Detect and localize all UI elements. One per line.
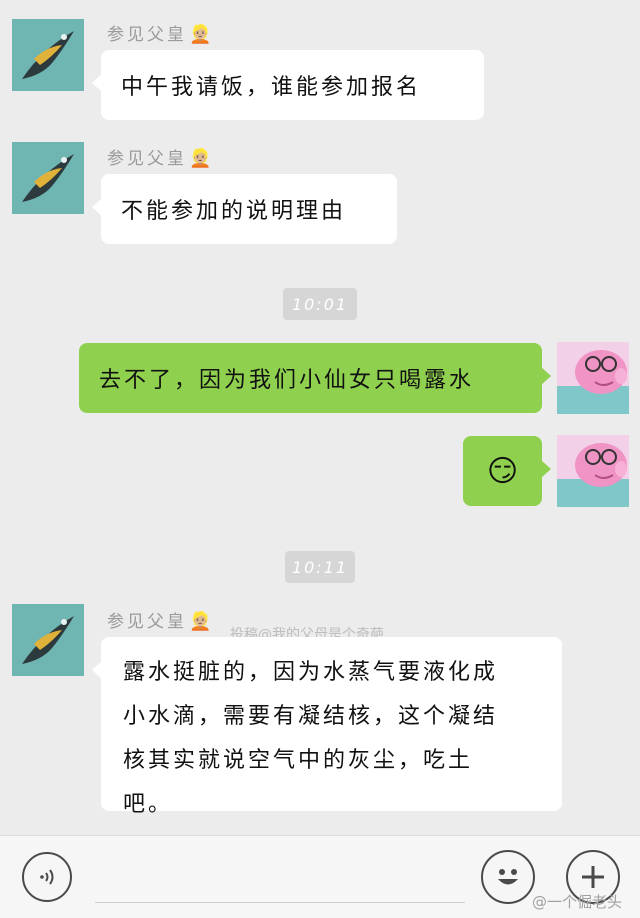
message-text: 中午我请饭，谁能参加报名 — [121, 75, 422, 100]
sender-emoji: 👱🏼 — [189, 611, 212, 632]
message-text: 去不了，因为我们小仙女只喝露水 — [99, 368, 475, 393]
avatar-self[interactable] — [557, 342, 629, 414]
avatar-father[interactable] — [12, 604, 84, 676]
message-line: 核其实就说空气中的灰尘，吃土 — [123, 748, 474, 773]
message-bubble-incoming[interactable]: 中午我请饭，谁能参加报名 — [92, 50, 484, 120]
message-input[interactable] — [95, 902, 465, 903]
pig-icon — [557, 342, 629, 414]
message-line: 露水挺脏的，因为水蒸气要液化成 — [123, 660, 499, 685]
weibo-credit: @一个倔老头 — [532, 893, 623, 911]
message-line: 小水滴，需要有凝结核，这个凝结 — [123, 704, 499, 729]
timestamp: 10:11 — [285, 551, 355, 583]
smiley-icon — [498, 869, 518, 885]
dolphin-icon — [12, 142, 84, 214]
message-bubble-outgoing[interactable]: 😏 — [463, 436, 551, 506]
sender-name: 参见父皇 👱🏼 — [107, 148, 212, 169]
sender-name: 参见父皇 👱🏼 — [107, 611, 212, 632]
dolphin-icon — [12, 604, 84, 676]
sender-name: 参见父皇 👱🏼 — [107, 24, 212, 45]
dolphin-icon — [12, 19, 84, 91]
avatar-father[interactable] — [12, 142, 84, 214]
timestamp: 10:01 — [283, 288, 357, 320]
sender-emoji: 👱🏼 — [189, 24, 212, 45]
voice-button[interactable] — [22, 852, 72, 902]
emoji-button[interactable] — [481, 850, 535, 904]
sender-emoji: 👱🏼 — [189, 148, 212, 169]
smirk-emoji: 😏 — [486, 453, 519, 489]
message-bubble-outgoing[interactable]: 去不了，因为我们小仙女只喝露水 — [79, 343, 551, 413]
message-bubble-incoming[interactable]: 露水挺脏的，因为水蒸气要液化成 小水滴，需要有凝结核，这个凝结 核其实就说空气中… — [92, 637, 562, 817]
voice-icon — [40, 869, 54, 885]
pig-icon — [557, 435, 629, 507]
avatar-self[interactable] — [557, 435, 629, 507]
message-bubble-incoming[interactable]: 不能参加的说明理由 — [92, 174, 397, 244]
avatar-father[interactable] — [12, 19, 84, 91]
message-line: 吧。 — [123, 792, 174, 817]
message-text: 不能参加的说明理由 — [121, 199, 347, 224]
plus-icon — [582, 866, 604, 888]
